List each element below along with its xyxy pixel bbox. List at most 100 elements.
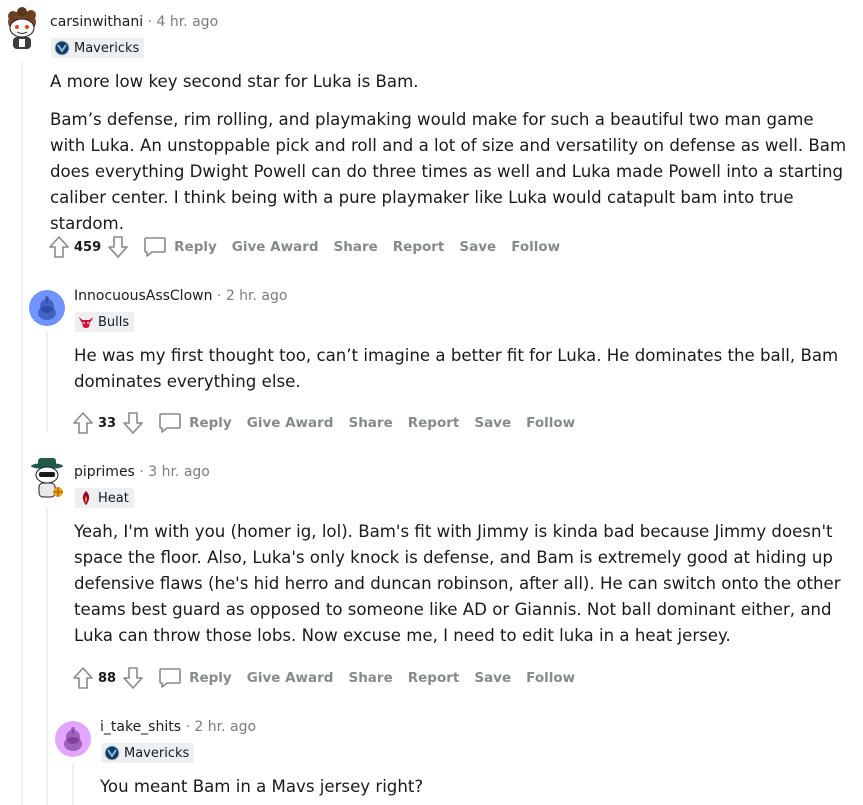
reply-label: Reply (174, 239, 217, 255)
speech-bubble-icon (144, 237, 166, 257)
speech-bubble-icon (159, 413, 181, 433)
avatar[interactable] (55, 721, 91, 757)
follow-button[interactable]: Follow (526, 415, 575, 431)
avatar[interactable] (28, 456, 66, 502)
mavericks-logo-icon (54, 40, 70, 56)
thread-line-root[interactable] (21, 62, 23, 805)
upvote-arrow-icon[interactable] (72, 411, 94, 435)
bulls-logo-icon (78, 314, 94, 330)
save-button[interactable]: Save (459, 239, 496, 255)
reply-label: Reply (189, 670, 232, 686)
comment-header: InnocuousAssClown · 2 hr. ago (74, 288, 287, 304)
separator: · (139, 464, 144, 480)
reply-button[interactable]: Reply (158, 667, 232, 689)
follow-label: Follow (526, 415, 576, 431)
follow-label: Follow (526, 670, 576, 686)
snoo-avatar-icon (31, 458, 63, 498)
follow-label: Follow (511, 239, 561, 255)
vote-control: 459 (48, 235, 129, 259)
downvote-arrow-icon[interactable] (122, 411, 144, 435)
share-label: Share (348, 415, 393, 431)
save-button[interactable]: Save (474, 415, 511, 431)
author-name[interactable]: InnocuousAssClown (74, 288, 212, 304)
author-name[interactable]: carsinwithani (50, 14, 143, 30)
comment-paragraph: He was my first thought too, can’t imagi… (74, 346, 839, 391)
comment-body: You meant Bam in a Mavs jersey right? (100, 774, 840, 800)
comment-actions: 88 Reply Give Award Share Report Save Fo… (72, 664, 575, 692)
comment-paragraph: You meant Bam in a Mavs jersey right? (100, 777, 424, 796)
comment-header: piprimes · 3 hr. ago (74, 464, 210, 480)
share-label: Share (333, 239, 378, 255)
author-name[interactable]: piprimes (74, 464, 135, 480)
separator: · (147, 14, 153, 30)
flair-label: Bulls (98, 314, 130, 330)
comment-paragraph: Bam’s defense, rim rolling, and playmaki… (50, 110, 847, 233)
report-label: Report (392, 239, 445, 255)
give-award-label: Give Award (231, 239, 319, 255)
snoo-avatar-icon (8, 7, 36, 49)
mavericks-logo-icon (104, 745, 120, 761)
heat-logo-icon (78, 490, 94, 506)
upvote-arrow-icon[interactable] (72, 666, 94, 690)
user-flair: Mavericks (51, 38, 145, 58)
avatar[interactable] (29, 290, 65, 326)
report-button[interactable]: Report (408, 415, 460, 431)
comment-actions: 33 Reply Give Award Share Report Save Fo… (72, 409, 575, 437)
user-flair: Heat (75, 488, 134, 508)
downvote-arrow-icon[interactable] (122, 666, 144, 690)
comment-paragraph: Yeah, I'm with you (homer ig, lol). Bam'… (74, 522, 841, 645)
report-label: Report (407, 670, 460, 686)
reply-button[interactable]: Reply (143, 236, 217, 258)
save-button[interactable]: Save (474, 670, 511, 686)
save-label: Save (474, 415, 512, 431)
speech-bubble-icon (159, 668, 181, 688)
author-name[interactable]: i_take_shits (100, 719, 181, 735)
upvote-arrow-icon[interactable] (48, 235, 70, 259)
separator: · (185, 719, 190, 735)
avatar[interactable] (3, 6, 41, 54)
downvote-arrow-icon[interactable] (107, 235, 129, 259)
comment-body: A more low key second star for Luka is B… (50, 69, 850, 237)
thread-line-grandchild[interactable] (72, 763, 74, 805)
separator: · (216, 288, 222, 304)
follow-button[interactable]: Follow (511, 239, 560, 255)
flair-label: Mavericks (74, 40, 140, 56)
default-snoo-avatar-icon (64, 727, 82, 751)
vote-count: 88 (98, 670, 117, 686)
give-award-button[interactable]: Give Award (247, 670, 334, 686)
report-button[interactable]: Report (393, 239, 445, 255)
comment-body: He was my first thought too, can’t imagi… (74, 343, 854, 395)
give-award-button[interactable]: Give Award (247, 415, 334, 431)
share-label: Share (348, 670, 393, 686)
share-button[interactable]: Share (348, 670, 392, 686)
report-button[interactable]: Report (408, 670, 460, 686)
comment-paragraph: A more low key second star for Luka is B… (50, 72, 419, 91)
vote-count: 459 (74, 239, 102, 255)
flair-label: Heat (98, 490, 129, 506)
timestamp[interactable]: 3 hr. ago (148, 464, 210, 480)
thread-line-child-1[interactable] (46, 332, 48, 432)
vote-count: 33 (98, 415, 117, 431)
timestamp[interactable]: 2 hr. ago (194, 719, 256, 735)
follow-button[interactable]: Follow (526, 670, 575, 686)
reply-label: Reply (189, 415, 232, 431)
save-label: Save (474, 670, 512, 686)
share-button[interactable]: Share (348, 415, 392, 431)
vote-control: 33 (72, 411, 144, 435)
report-label: Report (407, 415, 460, 431)
comment-actions: 459 Reply Give Award Share Report Save F… (48, 233, 560, 261)
give-award-button[interactable]: Give Award (232, 239, 319, 255)
reply-button[interactable]: Reply (158, 412, 232, 434)
vote-control: 88 (72, 666, 144, 690)
give-award-label: Give Award (246, 415, 334, 431)
thread-line-child-2[interactable] (46, 508, 48, 805)
user-flair: Bulls (75, 312, 135, 332)
share-button[interactable]: Share (334, 239, 378, 255)
comment-body: Yeah, I'm with you (homer ig, lol). Bam'… (74, 519, 854, 649)
comment-header: carsinwithani · 4 hr. ago (50, 14, 218, 30)
timestamp[interactable]: 2 hr. ago (226, 288, 288, 304)
save-label: Save (459, 239, 497, 255)
give-award-label: Give Award (246, 670, 334, 686)
flair-label: Mavericks (124, 745, 190, 761)
timestamp[interactable]: 4 hr. ago (157, 14, 219, 30)
